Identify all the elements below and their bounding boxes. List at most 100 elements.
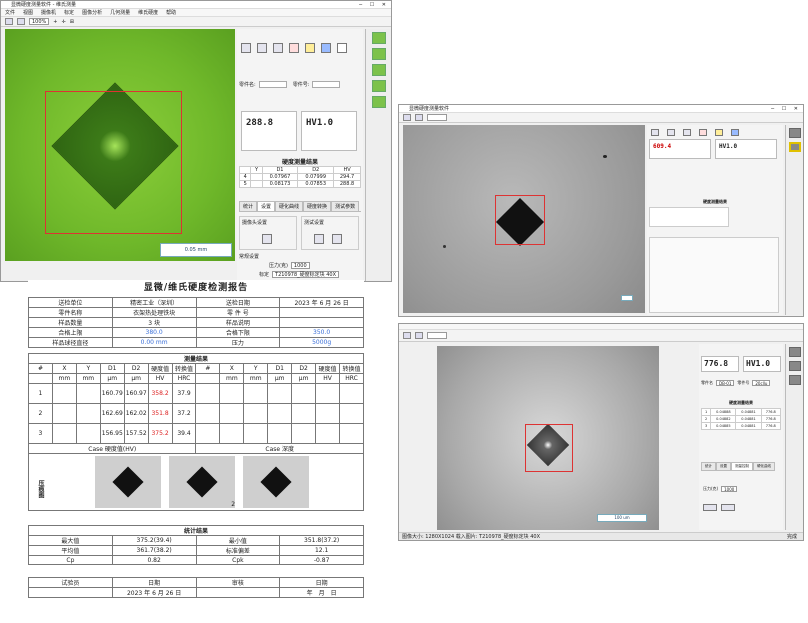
thumbnail-1[interactable] (788, 128, 801, 138)
report-footer-table: 试验员 日期 审核 日期 2023 年 6 月 26 日年 月 日 (28, 577, 364, 598)
thumbnail-strip (785, 344, 803, 530)
table-row[interactable]: 4 0.07967 0.07999 294.7 (238, 173, 361, 181)
window-controls[interactable]: ─ ☐ ✕ (771, 105, 801, 113)
menu-geometry[interactable]: 几何测量 (110, 9, 130, 16)
cell: 375.2 (147, 423, 173, 444)
report-info-table: 送检单位 精密工业（深圳） 送检日期 2023 年 6 月 26 日 零件名称 衣架热处… (28, 297, 364, 348)
microscope-image-gray-1[interactable] (403, 125, 645, 313)
results-table: 1 0.04888 0.04881 776.8 2 0.04882 0.04881 776.… (700, 408, 782, 430)
row-idx: 3 (700, 422, 712, 430)
target-icon[interactable] (331, 234, 342, 244)
measurement-box[interactable] (525, 424, 573, 472)
menu-view[interactable]: 视图 (23, 9, 33, 16)
menu-vickers[interactable]: 维氏硬度 (138, 9, 158, 16)
zoom-select[interactable] (427, 332, 447, 339)
measurement-box[interactable] (45, 91, 182, 234)
tab-measure-control[interactable]: 测量控制 (731, 462, 753, 470)
thumbnail-4[interactable] (371, 80, 386, 92)
calib-select[interactable]: T210978_硬度标定块 40X (272, 271, 340, 278)
blank-icon[interactable] (337, 43, 347, 53)
move-icon[interactable] (273, 43, 283, 53)
tab-hardening-curve[interactable]: 硬化曲线 (753, 462, 775, 470)
info-label: 压力 (195, 337, 281, 348)
zoom-select[interactable]: 100% (29, 18, 50, 25)
row-hv: 288.8 (333, 180, 361, 188)
tab-stats[interactable]: 统计 (239, 201, 258, 211)
force-select[interactable]: 1000 (721, 486, 738, 492)
folder-icon[interactable] (715, 129, 723, 136)
camera-settings-icon[interactable] (262, 234, 272, 244)
fit-icon[interactable]: ⊞ (70, 19, 74, 25)
save-icon[interactable] (415, 114, 423, 121)
part-name-input[interactable] (258, 81, 287, 88)
measure-icon[interactable] (667, 129, 675, 136)
window-controls[interactable]: ─ ☐ ✕ (359, 1, 389, 9)
crosshair-icon[interactable]: ✛ (62, 19, 66, 25)
menu-image-analysis[interactable]: 图像分析 (82, 9, 102, 16)
menu-file[interactable]: 文件 (5, 9, 15, 16)
menu-calibrate[interactable]: 标定 (64, 9, 74, 16)
move-icon[interactable] (683, 129, 691, 136)
delete-icon[interactable] (289, 43, 299, 53)
tab-test-params[interactable]: 测试参数 (331, 201, 360, 211)
footer-row: 试验员 日期 审核 日期 (28, 577, 364, 588)
open-icon[interactable] (5, 18, 13, 25)
tab-conversion[interactable]: 硬度转换 (303, 201, 332, 211)
microscope-image-gray-2[interactable]: 100 um (437, 346, 659, 530)
force-select[interactable]: 1000 (290, 262, 310, 269)
calib-label: 标定 (259, 272, 270, 278)
open-icon[interactable] (403, 114, 411, 121)
part-name-input[interactable]: DB-01 (716, 380, 735, 386)
info-row: 合格上限 380.0 合格下限 350.0 (28, 327, 364, 338)
thumbnail-1[interactable] (371, 32, 386, 44)
thumbnail-3[interactable] (788, 375, 801, 385)
save-icon[interactable] (321, 43, 331, 53)
tab-hardening-curve[interactable]: 硬化曲线 (275, 201, 304, 211)
table-row[interactable]: 1 0.04888 0.04881 776.8 (700, 408, 782, 416)
camera-settings-label: 摄像头设置 (242, 220, 268, 226)
thumbnail-5[interactable] (371, 96, 386, 108)
open-icon[interactable] (403, 332, 411, 339)
part-no-label: 零件号: (292, 82, 310, 88)
table-row[interactable]: 2 0.04882 0.04881 776.8 (700, 415, 782, 423)
tab-stats[interactable]: 统计 (701, 462, 716, 470)
stop-button[interactable] (721, 504, 735, 511)
info-label: 样品说明 (195, 317, 281, 328)
stats-row: Cp 0.82 Cpk -0.87 (28, 555, 364, 565)
thumbnail-2[interactable] (371, 48, 386, 60)
info-label: 合格下限 (195, 327, 281, 338)
zoom-in-icon[interactable]: + (53, 19, 57, 25)
menu-help[interactable]: 帮助 (166, 9, 176, 16)
thumbnail-3[interactable] (371, 64, 386, 76)
info-value: 3 块 (111, 317, 197, 328)
camera-settings-group: 摄像头设置 (239, 216, 297, 250)
thumbnail-2[interactable] (788, 142, 801, 152)
measurement-box[interactable] (495, 195, 545, 245)
menu-camera[interactable]: 摄像机 (41, 9, 56, 16)
table-row[interactable]: 5 0.08173 0.07853 288.8 (238, 180, 361, 188)
thumbnail-1[interactable] (788, 347, 801, 357)
microscope-image-green[interactable]: 0.05 mm (5, 29, 235, 261)
thumbnail-2[interactable] (788, 361, 801, 371)
delete-icon[interactable] (699, 129, 707, 136)
part-no-input[interactable] (312, 81, 341, 88)
cell (219, 403, 245, 424)
table-row[interactable]: 3 0.04885 0.04881 776.8 (700, 422, 782, 430)
hardness-value: 609.4 (653, 143, 672, 150)
footer-row: 2023 年 6 月 26 日 年 月 日 (28, 587, 364, 598)
test-settings-icon[interactable] (314, 234, 324, 244)
zoom-select[interactable] (427, 114, 447, 121)
save-icon[interactable] (415, 332, 423, 339)
camera-icon[interactable] (241, 43, 251, 53)
report-title: 显微/维氏硬度检测报告 (143, 283, 249, 293)
measure-header-cell: Y (75, 363, 101, 374)
folder-icon[interactable] (305, 43, 315, 53)
measure-icon[interactable] (257, 43, 267, 53)
save-icon[interactable] (731, 129, 739, 136)
tab-settings[interactable]: 设置 (257, 201, 276, 211)
save-icon[interactable] (17, 18, 25, 25)
tab-settings[interactable]: 设置 (716, 462, 731, 470)
start-button[interactable] (703, 504, 717, 511)
part-no-input[interactable]: 20cllu (752, 380, 771, 386)
camera-icon[interactable] (651, 129, 659, 136)
